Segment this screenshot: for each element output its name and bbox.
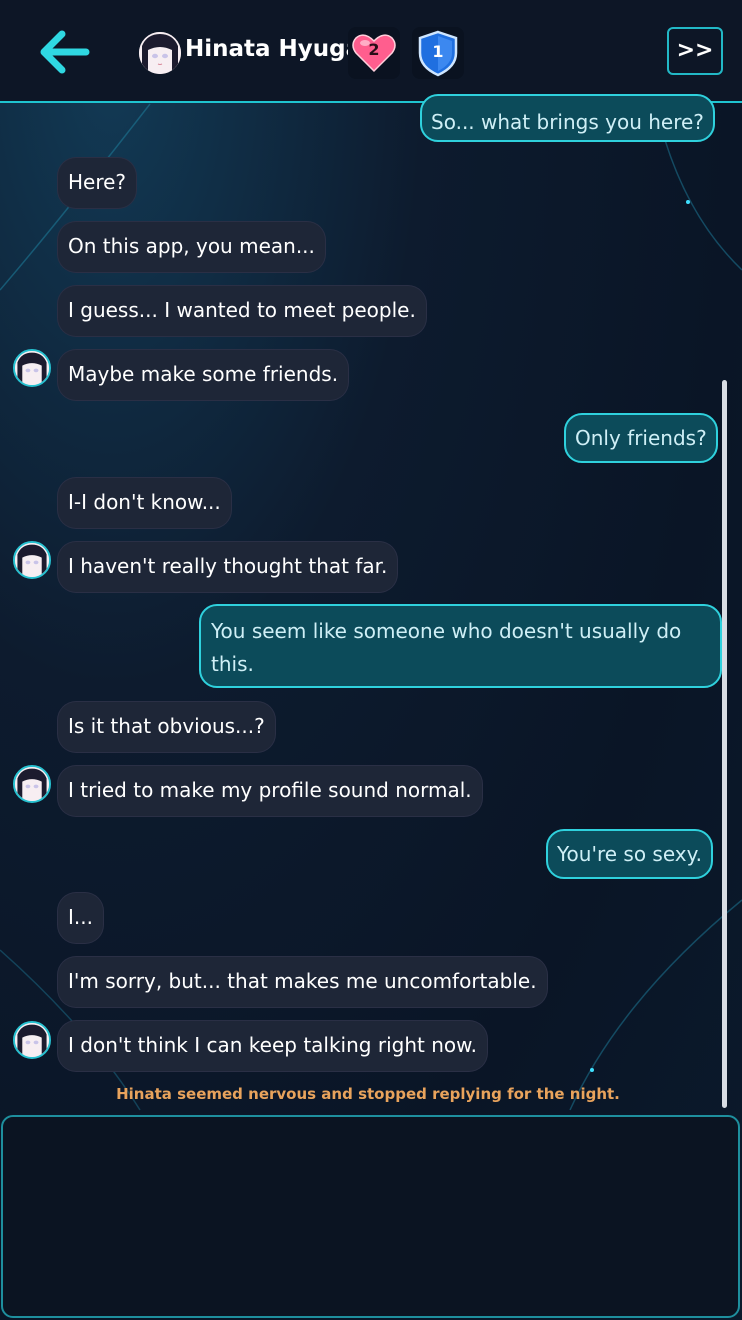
player-message: So... what brings you here? <box>420 94 715 142</box>
avatar-face-icon <box>15 543 49 577</box>
affection-level: 2 <box>368 40 380 59</box>
npc-message: I-I don't know... <box>58 478 231 528</box>
reply-panel[interactable] <box>1 1115 740 1318</box>
npc-message: I'm sorry, but... that makes me uncomfor… <box>58 957 547 1007</box>
trust-badge[interactable]: 1 <box>412 27 464 79</box>
npc-message: I guess... I wanted to meet people. <box>58 286 426 336</box>
avatar-face-icon <box>139 32 181 74</box>
avatar-face-icon <box>15 351 49 385</box>
npc-message: Is it that obvious...? <box>58 702 275 752</box>
npc-message: I don't think I can keep talking right n… <box>58 1021 487 1071</box>
chat-scrollbar[interactable] <box>722 380 727 1108</box>
npc-message: I haven't really thought that far. <box>58 542 398 592</box>
player-message: Only friends? <box>564 413 718 463</box>
npc-message: I... <box>58 893 103 943</box>
back-button[interactable] <box>34 26 94 78</box>
npc-avatar <box>13 349 51 387</box>
npc-avatar <box>13 1021 51 1059</box>
player-message: You're so sexy. <box>546 829 713 879</box>
contact-avatar[interactable] <box>137 30 183 76</box>
system-note: Hinata seemed nervous and stopped replyi… <box>116 1085 620 1103</box>
npc-avatar <box>13 765 51 803</box>
arrow-left-icon <box>40 30 90 74</box>
skip-button[interactable]: >> <box>667 27 723 75</box>
avatar-face-icon <box>15 767 49 801</box>
affection-badge[interactable]: 2 <box>348 27 400 79</box>
trust-level: 1 <box>432 42 444 61</box>
npc-message: Here? <box>58 158 137 208</box>
npc-avatar <box>13 541 51 579</box>
chat-header: Hinata Hyuga 2 1 >> <box>0 0 742 103</box>
player-message: You seem like someone who doesn't usuall… <box>199 604 722 688</box>
npc-message: Maybe make some friends. <box>58 350 349 400</box>
npc-message: I tried to make my profile sound normal. <box>58 766 482 816</box>
npc-message: On this app, you mean... <box>58 222 325 272</box>
avatar-face-icon <box>15 1023 49 1057</box>
contact-name: Hinata Hyuga <box>185 36 362 62</box>
